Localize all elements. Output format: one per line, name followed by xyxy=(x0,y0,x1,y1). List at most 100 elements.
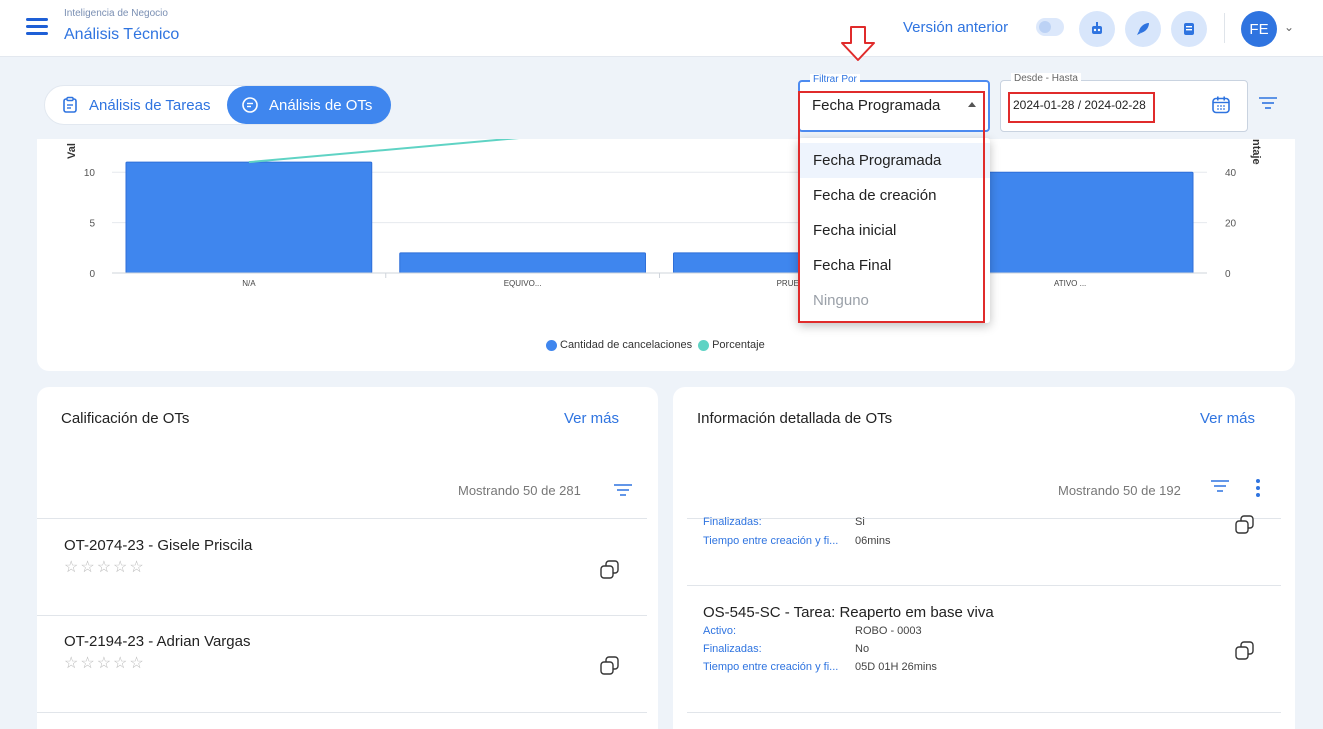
page-title: Análisis Técnico xyxy=(64,26,180,43)
legend-label: Cantidad de cancelaciones xyxy=(560,339,693,351)
previous-version-label: Versión anterior xyxy=(903,19,1009,36)
down-arrow-annotation-icon xyxy=(841,26,875,61)
rocket-button[interactable] xyxy=(1125,11,1161,47)
ot-details-card: Información detallada de OTs Ver más Mos… xyxy=(673,387,1295,729)
y2-axis-title: ntaje xyxy=(1250,139,1262,165)
user-avatar[interactable]: FE xyxy=(1241,11,1277,47)
option-ninguno: Ninguno xyxy=(813,292,869,309)
y-tick-label: 5 xyxy=(89,219,95,230)
y2-tick-label: 0 xyxy=(1225,269,1231,280)
percentage-line xyxy=(248,139,520,164)
detail-value: No xyxy=(855,643,870,655)
ot-details-see-more-link[interactable]: Ver más xyxy=(1200,410,1255,427)
divider xyxy=(37,712,647,713)
legend-item[interactable]: Porcentaje xyxy=(698,339,765,351)
ot-rating-count: Mostrando 50 de 281 xyxy=(458,483,581,498)
tab-analisis-ots[interactable]: Análisis de OTs xyxy=(227,86,391,124)
divider xyxy=(687,712,1281,713)
robot-icon xyxy=(1092,22,1102,34)
menu-icon[interactable] xyxy=(26,18,48,35)
ot-rating-see-more-link[interactable]: Ver más xyxy=(564,410,619,427)
option-fecha-creacion[interactable]: Fecha de creación xyxy=(798,178,990,213)
divider xyxy=(37,518,647,519)
detail-field: Finalizadas: Si xyxy=(703,516,1003,530)
filter-icon[interactable] xyxy=(1258,95,1278,111)
bar[interactable] xyxy=(125,161,373,274)
filter-icon[interactable] xyxy=(1210,479,1230,493)
legend-swatch xyxy=(698,339,710,351)
detail-field: Tiempo entre creación y fi... 06mins xyxy=(703,535,1003,549)
ot-details-title: Información detallada de OTs xyxy=(697,410,893,427)
chart-legend: Cantidad de cancelaciones Porcentaje xyxy=(546,339,771,351)
ot-details-row-title[interactable]: OS-545-SC - Tarea: Reaperto em base viva xyxy=(703,604,994,621)
star-rating[interactable]: ☆☆☆☆☆ xyxy=(64,557,146,577)
copy-icon[interactable] xyxy=(599,559,621,581)
caret-up-icon xyxy=(968,102,976,107)
ot-rating-row-title[interactable]: OT-2194-23 - Adrian Vargas xyxy=(64,633,251,650)
copy-icon[interactable] xyxy=(1234,640,1256,662)
top-header: Inteligencia de Negocio Análisis Técnico… xyxy=(0,0,1323,57)
document-icon xyxy=(1184,23,1194,35)
y2-tick-label: 40 xyxy=(1225,168,1237,179)
rocket-icon xyxy=(1137,23,1149,35)
calendar-icon[interactable] xyxy=(1211,95,1231,115)
chevron-down-icon[interactable]: ⌄ xyxy=(1284,20,1294,34)
detail-value: 06mins xyxy=(855,535,891,547)
y-tick-label: 0 xyxy=(89,269,95,280)
breadcrumb-parent[interactable]: Inteligencia de Negocio xyxy=(64,8,168,19)
more-options-icon[interactable] xyxy=(1256,479,1262,497)
detail-key: Activo: xyxy=(703,625,737,637)
filter-by-select[interactable]: Filtrar Por Fecha Programada xyxy=(798,74,990,132)
y-tick-label: 10 xyxy=(84,168,96,179)
work-order-icon xyxy=(242,97,258,113)
robot-button[interactable] xyxy=(1079,11,1115,47)
option-fecha-final[interactable]: Fecha Final xyxy=(798,248,990,283)
x-tick-label: N/A xyxy=(242,279,256,288)
document-button[interactable] xyxy=(1171,11,1207,47)
cancellations-chart: 051002040Val ntajeN/A EQUIVO... PRUEBA... AT… xyxy=(66,139,1262,288)
ot-rating-card: Calificación de OTs Ver más Mostrando 50… xyxy=(37,387,658,729)
detail-key: Tiempo entre creación y fi... xyxy=(703,661,839,673)
date-range-label: Desde - Hasta xyxy=(1011,73,1081,84)
detail-key: Tiempo entre creación y fi... xyxy=(703,535,839,547)
detail-field: Activo: ROBO - 0003 xyxy=(703,625,1003,639)
detail-key: Finalizadas: xyxy=(703,643,762,655)
cancellations-chart-card: 0 5 10 0 20 40 Val ntaje N/A EQUIVO... PRUEBA... AT… xyxy=(37,139,1295,371)
analysis-tabs: Análisis de Tareas Análisis de OTs xyxy=(44,85,391,125)
filter-by-value: Fecha Programada xyxy=(812,97,941,114)
legend-swatch xyxy=(546,339,557,351)
copy-icon[interactable] xyxy=(599,655,621,677)
previous-version-toggle[interactable] xyxy=(1036,18,1064,36)
x-tick-label: EQUIVO... xyxy=(504,279,542,288)
date-range-field[interactable]: Desde - Hasta 2024-01-28 / 2024-02-28 xyxy=(1000,73,1248,132)
detail-field: Finalizadas: No xyxy=(703,643,1003,657)
date-range-value: 2024-01-28 / 2024-02-28 xyxy=(1013,98,1146,112)
y-axis-title: Val xyxy=(66,143,78,159)
detail-field: Tiempo entre creación y fi... 05D 01H 26… xyxy=(703,661,1003,675)
star-rating[interactable]: ☆☆☆☆☆ xyxy=(64,653,146,673)
x-tick-label: ATIVO ... xyxy=(1054,279,1086,288)
option-fecha-programada[interactable]: Fecha Programada xyxy=(798,143,990,178)
detail-value: 05D 01H 26mins xyxy=(855,661,937,673)
bar[interactable] xyxy=(399,252,646,274)
detail-value: ROBO - 0003 xyxy=(855,625,922,637)
ot-details-count: Mostrando 50 de 192 xyxy=(1058,483,1181,498)
divider xyxy=(37,615,647,616)
ot-rating-row-title[interactable]: OT-2074-23 - Gisele Priscila xyxy=(64,537,252,554)
detail-key: Finalizadas: xyxy=(703,516,762,528)
y2-tick-label: 20 xyxy=(1225,219,1237,230)
detail-value: Si xyxy=(855,516,865,528)
ot-rating-title: Calificación de OTs xyxy=(61,410,190,427)
tab-label: Análisis de OTs xyxy=(269,96,373,114)
legend-item[interactable]: Cantidad de cancelaciones xyxy=(546,339,692,351)
clipboard-icon xyxy=(63,96,77,113)
legend-label: Porcentaje xyxy=(712,339,765,351)
tab-label: Análisis de Tareas xyxy=(89,96,211,114)
divider xyxy=(687,585,1281,586)
filter-icon[interactable] xyxy=(613,483,633,497)
tab-analisis-tareas[interactable]: Análisis de Tareas xyxy=(45,86,228,124)
filter-by-dropdown: Fecha Programada Fecha de creación Fecha… xyxy=(798,138,990,323)
copy-icon[interactable] xyxy=(1234,514,1256,536)
header-divider xyxy=(1224,13,1225,43)
option-fecha-inicial[interactable]: Fecha inicial xyxy=(798,213,990,248)
